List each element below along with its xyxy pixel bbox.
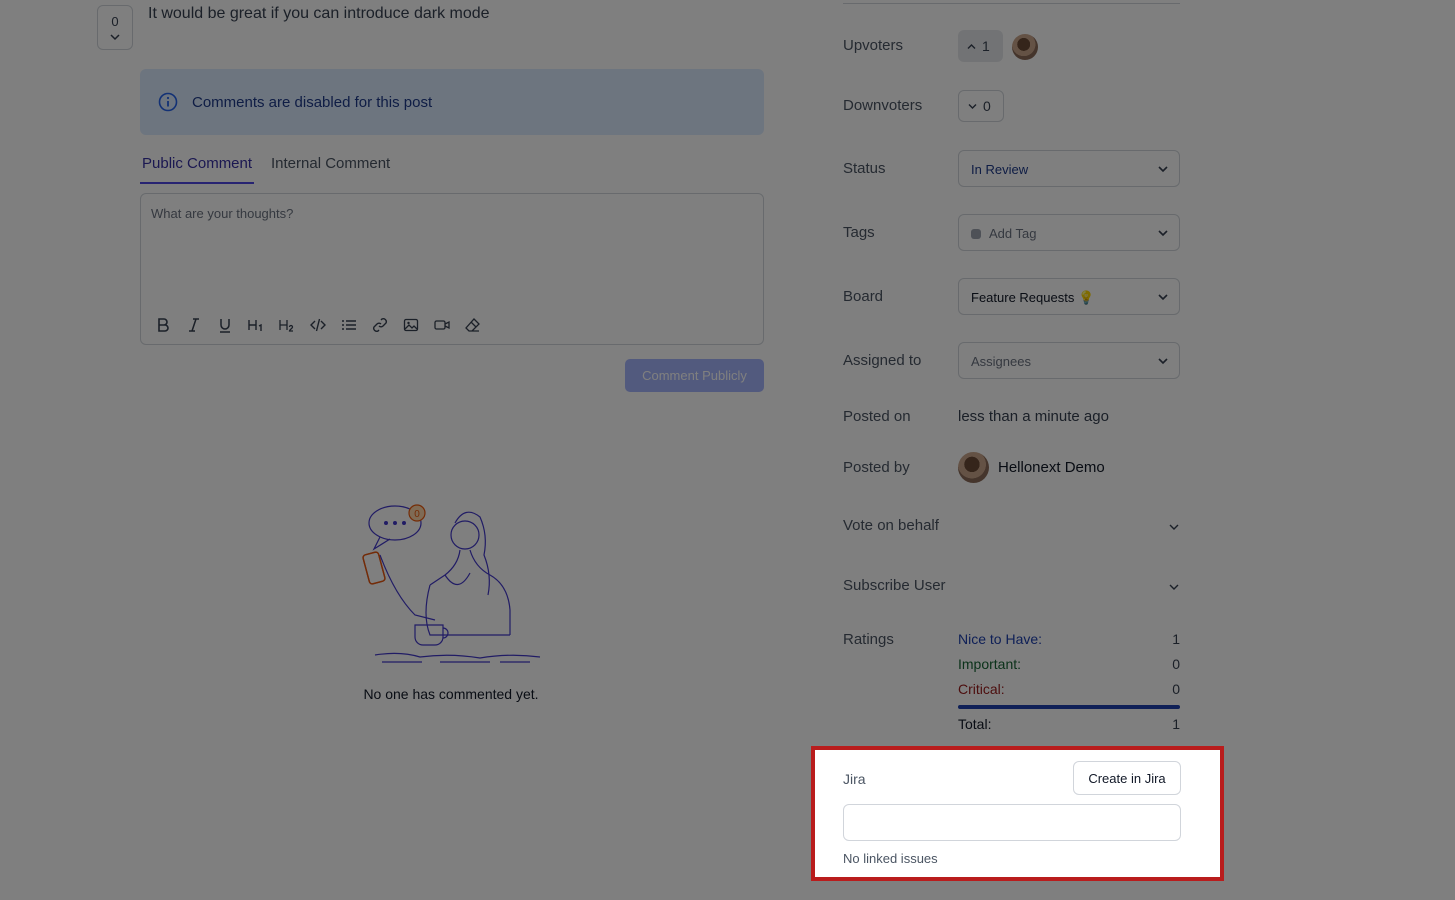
jira-panel: Jira Create in Jira No linked issues: [815, 750, 1220, 877]
jira-issue-input[interactable]: [843, 804, 1181, 841]
jira-label: Jira: [843, 771, 866, 787]
create-in-jira-button[interactable]: Create in Jira: [1073, 761, 1181, 795]
no-linked-issues-text: No linked issues: [843, 851, 938, 866]
modal-overlay: [0, 0, 1455, 900]
